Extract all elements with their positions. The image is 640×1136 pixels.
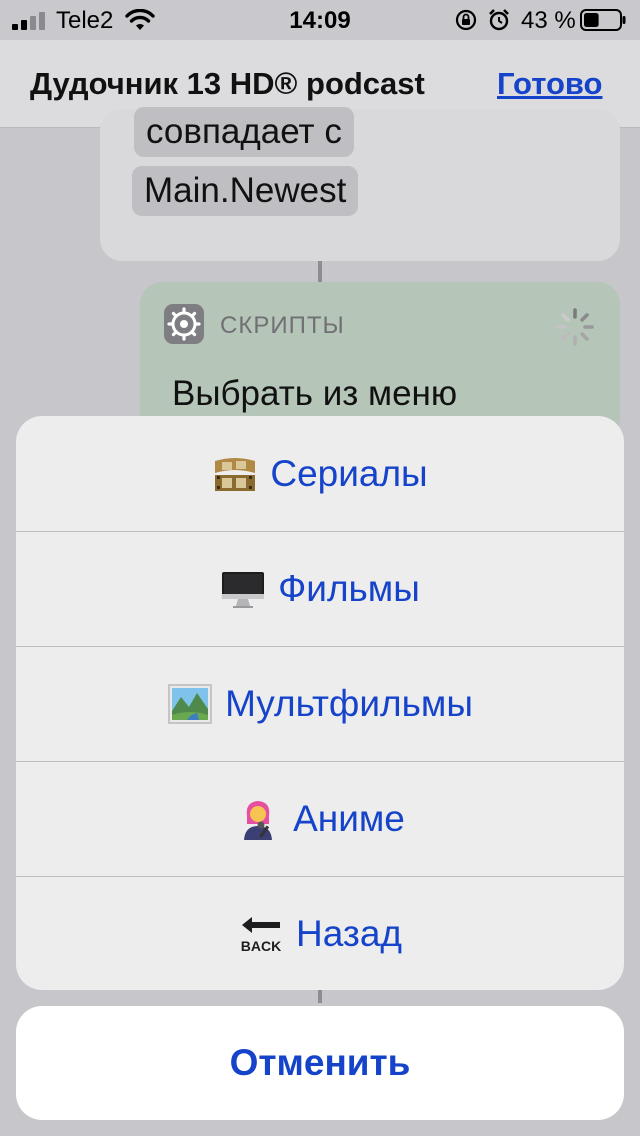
action-title: Выбрать из меню [172, 374, 458, 413]
menu-item-label: Фильмы [278, 568, 420, 609]
menu-item-label: Мультфильмы [225, 683, 473, 724]
shortcut-title: Дудочник 13 HD® podcast [30, 66, 425, 101]
gear-icon [164, 304, 204, 344]
menu-item-films[interactable]: Фильмы [16, 531, 624, 646]
menu-item-serials[interactable]: Сериалы [16, 416, 624, 531]
condition-action-card[interactable]: совпадает с Main.Newest [100, 107, 620, 261]
action-sheet: Сериалы Фильмы Мультфильмы Аниме BACK На… [16, 416, 624, 990]
svg-text:BACK: BACK [241, 938, 281, 954]
done-button[interactable]: Готово [497, 66, 603, 102]
battery-icon [580, 9, 626, 31]
menu-item-cartoons[interactable]: Мультфильмы [16, 646, 624, 761]
landscape-picture-icon [168, 684, 212, 724]
menu-item-back[interactable]: BACK Назад [16, 876, 624, 990]
menu-item-label: Назад [295, 913, 402, 954]
action-category-label: СКРИПТЫ [220, 312, 345, 339]
condition-token[interactable]: совпадает с [134, 107, 354, 157]
loading-spinner-icon [556, 308, 594, 346]
menu-item-label: Сериалы [270, 452, 428, 494]
status-bar: Tele2 14:09 43 % [0, 0, 640, 40]
variable-token[interactable]: Main.Newest [132, 166, 359, 216]
singer-woman-icon [244, 801, 273, 840]
action-connector-bottom [318, 989, 322, 1003]
menu-item-label: Аниме [293, 798, 405, 839]
action-connector [318, 261, 322, 282]
menu-item-anime[interactable]: Аниме [16, 761, 624, 876]
battery-percent: 43 % [521, 7, 576, 34]
back-arrow-icon: BACK [241, 917, 281, 954]
film-reel-icon [215, 457, 256, 491]
desktop-computer-icon [222, 572, 265, 608]
cancel-button[interactable]: Отменить [16, 1006, 624, 1120]
rotation-lock-icon [455, 9, 477, 31]
alarm-clock-icon [489, 9, 509, 31]
